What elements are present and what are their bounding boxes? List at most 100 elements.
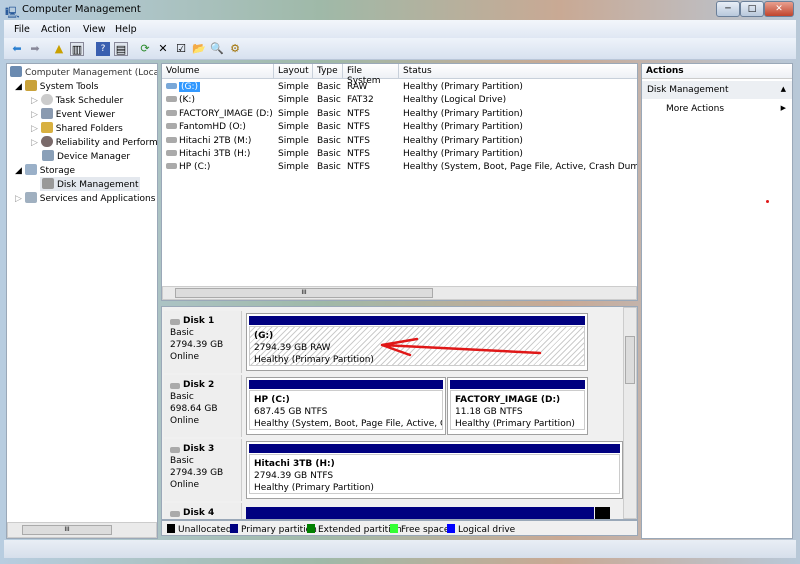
table-row[interactable]: (K:) Simple Basic FAT32 Healthy (Logical Dri… — [162, 95, 637, 108]
volume-name: (K:) — [179, 95, 195, 106]
column-status[interactable]: Status — [399, 64, 637, 79]
column-layout[interactable]: Layout — [274, 64, 313, 79]
legend-extended: Extended partition — [307, 524, 402, 535]
column-type[interactable]: Type — [313, 64, 343, 79]
scroll-thumb[interactable] — [625, 336, 635, 384]
disk-1-label[interactable]: Disk 1 Basic 2794.39 GB Online — [164, 311, 242, 373]
table-row[interactable]: FantomHD (O:) Simple Basic NTFS Healthy (Pri… — [162, 122, 637, 135]
clock-icon — [40, 94, 53, 105]
partition-size: 687.45 GB NTFS — [254, 407, 328, 417]
menu-help[interactable]: Help — [115, 24, 137, 35]
collapse-icon[interactable]: ▲ — [781, 85, 786, 93]
search-icon[interactable]: 🔍 — [210, 42, 224, 56]
tree-item-event-viewer[interactable]: ▷ Event Viewer — [31, 108, 115, 120]
legend-primary: Primary partition — [230, 524, 317, 535]
partition-status: Healthy (System, Boot, Page File, Active… — [254, 419, 442, 429]
tree-root[interactable]: Computer Management (Local — [10, 66, 157, 78]
disk-4-primary-partition[interactable] — [246, 507, 594, 519]
partition-d[interactable]: FACTORY_IMAGE (D:) 11.18 GB NTFS Healthy (… — [447, 377, 588, 435]
partition-h[interactable]: Hitachi 3TB (H:) 2794.39 GB NTFS Healthy (… — [246, 441, 623, 499]
cell-layout: Simple — [278, 95, 309, 106]
back-icon[interactable]: ⬅ — [10, 42, 24, 56]
volume-icon — [166, 163, 177, 170]
volume-name: (G:) — [179, 82, 201, 92]
minimize-button[interactable]: ─ — [716, 1, 740, 17]
tree-item-disk-management[interactable]: Disk Management — [40, 177, 141, 191]
help-icon[interactable]: ? — [96, 42, 110, 56]
refresh-icon[interactable]: ⟳ — [138, 42, 152, 56]
cell-file-system: NTFS — [347, 149, 370, 159]
partition-name: FACTORY_IMAGE (D:) — [455, 395, 561, 405]
storage-icon — [24, 164, 37, 175]
toolbar: ⬅ ➡ ▲ ▥ ? ▤ ⟳ ✕ ☑ 📂 🔍 ⚙ — [4, 38, 796, 60]
cell-type: Basic — [317, 135, 341, 146]
show-hide-action-pane-icon[interactable]: ▤ — [114, 42, 128, 56]
graph-vertical-scrollbar[interactable] — [623, 307, 637, 519]
legend-free-space: Free space — [390, 524, 449, 535]
services-icon — [24, 192, 37, 203]
cell-status: Healthy (Primary Partition) — [403, 149, 523, 159]
menu-file[interactable]: File — [14, 24, 30, 35]
partition-status: Healthy (Primary Partition) — [254, 355, 374, 365]
maximize-button[interactable]: □ — [740, 1, 764, 17]
tree-item-services-applications[interactable]: ▷ Services and Applications — [15, 192, 155, 204]
volume-icon — [166, 83, 177, 89]
volume-icon — [166, 123, 177, 130]
tree-item-reliability[interactable]: ▷ Reliability and Performa — [31, 136, 157, 148]
table-row[interactable]: Hitachi 2TB (M:) Simple Basic NTFS Healthy (… — [162, 136, 637, 149]
tree-item-system-tools[interactable]: ◢ System Tools — [15, 80, 98, 92]
disk-4-label[interactable]: Disk 4 — [164, 503, 242, 519]
table-row[interactable]: (G:) Simple Basic RAW Healthy (Primary Parti… — [162, 82, 637, 95]
disk-4-unallocated[interactable] — [595, 507, 610, 519]
properties-icon[interactable]: ☑ — [174, 42, 188, 56]
cell-type: Basic — [317, 162, 341, 173]
cell-layout: Simple — [278, 162, 309, 173]
cell-status: Healthy (Primary Partition) — [403, 135, 523, 146]
legend-logical: Logical drive — [447, 524, 515, 535]
column-volume[interactable]: Volume — [162, 64, 274, 79]
column-file-system[interactable]: File System — [343, 64, 399, 86]
volume-name: FantomHD (O:) — [179, 122, 246, 133]
disk-2-label[interactable]: Disk 2 Basic 698.64 GB Online — [164, 375, 242, 437]
more-actions[interactable]: More Actions ▶ — [642, 101, 792, 117]
cell-volume: FACTORY_IMAGE (D:) — [162, 109, 274, 119]
show-hide-tree-icon[interactable]: ▥ — [70, 42, 84, 56]
list-horizontal-scrollbar[interactable]: III — [162, 286, 637, 300]
tree-horizontal-scrollbar[interactable]: III — [7, 522, 157, 538]
table-row[interactable]: FACTORY_IMAGE (D:) Simple Basic NTFS Healthy… — [162, 109, 637, 122]
red-dot — [766, 200, 769, 203]
forward-icon[interactable]: ➡ — [28, 42, 42, 56]
menu-view[interactable]: View — [83, 24, 106, 35]
cell-type: Basic — [317, 149, 341, 159]
primary-partition-bar — [450, 380, 585, 389]
partition-c[interactable]: HP (C:) 687.45 GB NTFS Healthy (System, Bo… — [246, 377, 446, 435]
menu-action[interactable]: Action — [41, 24, 71, 35]
cell-volume: HP (C:) — [162, 162, 274, 172]
actions-section-disk-management[interactable]: Disk Management ▲ — [642, 81, 792, 99]
disk-3-label[interactable]: Disk 3 Basic 2794.39 GB Online — [164, 439, 242, 501]
volume-name: Hitachi 3TB (H:) — [179, 149, 251, 159]
cell-file-system: RAW — [347, 82, 368, 92]
cell-status: Healthy (Primary Partition) — [403, 122, 523, 133]
tree-item-shared-folders[interactable]: ▷ Shared Folders — [31, 122, 123, 134]
reliability-icon — [40, 136, 53, 147]
delete-icon[interactable]: ✕ — [156, 42, 170, 56]
up-icon[interactable]: ▲ — [52, 42, 66, 56]
table-row[interactable]: Hitachi 3TB (H:) Simple Basic NTFS Healthy (… — [162, 149, 637, 162]
open-icon[interactable]: 📂 — [192, 42, 206, 56]
tree-item-storage[interactable]: ◢ Storage — [15, 164, 75, 176]
table-row[interactable]: HP (C:) Simple Basic NTFS Healthy (System, B… — [162, 162, 637, 175]
tree-item-task-scheduler[interactable]: ▷ Task Scheduler — [31, 94, 123, 106]
legend-unallocated: Unallocated — [167, 524, 232, 535]
title-bar: 🖳 Computer Management ─ □ ✕ — [0, 0, 800, 20]
close-button[interactable]: ✕ — [764, 1, 794, 17]
cell-type: Basic — [317, 108, 341, 119]
cell-status: Healthy (System, Boot, Page File, Active… — [403, 162, 638, 173]
settings-icon[interactable]: ⚙ — [228, 42, 242, 56]
scroll-thumb[interactable]: III — [175, 288, 433, 298]
scroll-thumb[interactable]: III — [22, 525, 112, 535]
tree-item-device-manager[interactable]: Device Manager — [42, 150, 130, 162]
window-title: Computer Management — [22, 4, 141, 15]
disk-icon — [170, 319, 180, 325]
disk-icon — [170, 383, 180, 389]
